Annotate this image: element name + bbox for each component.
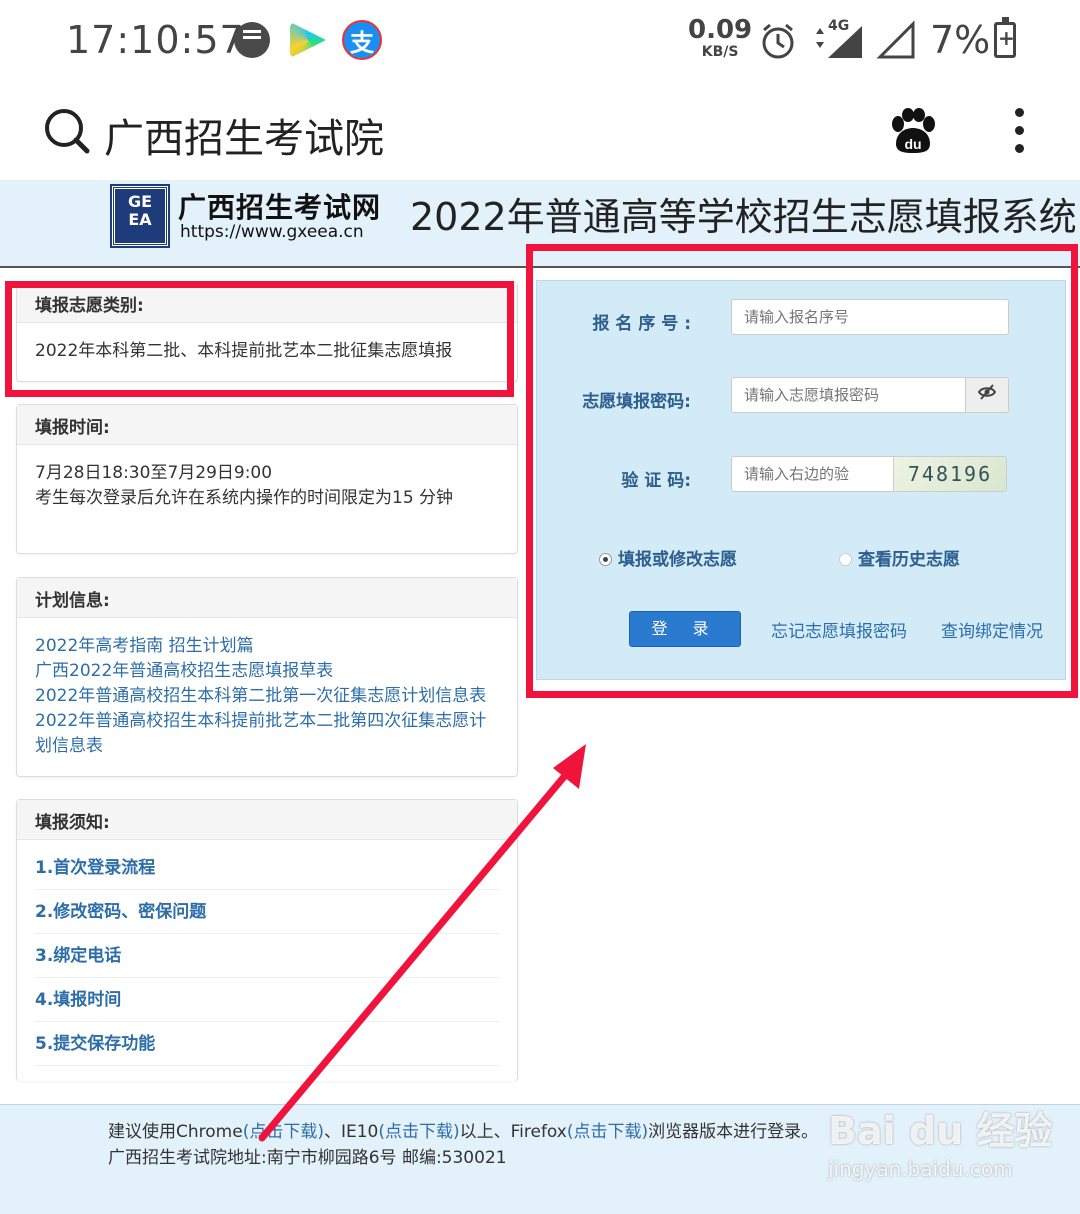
baidu-jingyan-watermark: Bai du 经验 jingyan.baidu.com <box>828 1100 1052 1181</box>
watermark-url: jingyan.baidu.com <box>828 1157 1013 1181</box>
annotation-arrow-icon <box>258 744 586 1142</box>
watermark-logo: Bai du 经验 <box>828 1109 1053 1153</box>
